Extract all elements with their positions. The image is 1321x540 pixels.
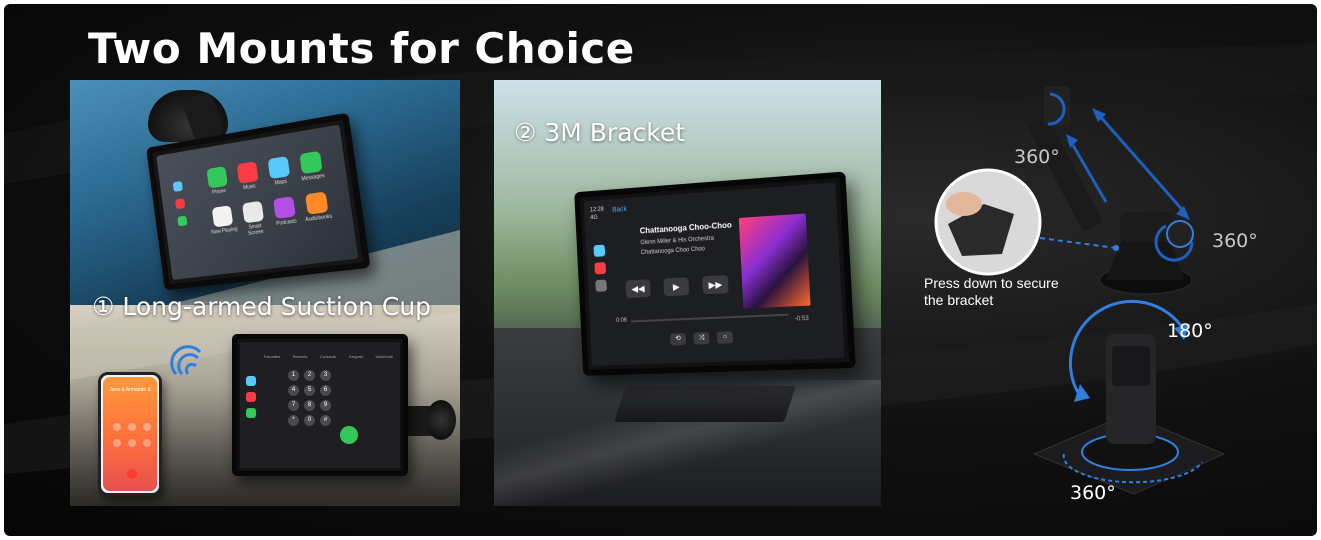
play-icon: ▶ <box>663 277 690 297</box>
back-link: Back <box>612 205 628 214</box>
progress-bar <box>631 313 789 323</box>
smartphone: Jane & Armando & <box>98 372 162 496</box>
carplay-phone-screen: Favorites Recents Contacts Keypad Voicemail 1… <box>232 334 408 476</box>
dock-icon <box>172 180 183 192</box>
call-button <box>340 426 358 444</box>
app-icon <box>273 196 296 220</box>
next-track-icon: ▶▶ <box>702 275 729 295</box>
keypad-key: * <box>288 415 299 426</box>
keypad-key: 2 <box>304 370 315 381</box>
app-icon <box>267 156 291 180</box>
keypad-key: 0 <box>304 415 315 426</box>
keypad-key: 4 <box>288 385 299 396</box>
time-remaining: -0:53 <box>794 315 810 323</box>
dock-icon <box>246 376 256 386</box>
phone-add-icon <box>113 439 121 447</box>
keypad-key: 6 <box>320 385 331 396</box>
time-elapsed: 0:06 <box>615 317 628 325</box>
keypad-key: # <box>320 415 331 426</box>
app-label: Now Playing <box>210 226 238 236</box>
phone-mute-icon <box>113 423 121 431</box>
press-down-caption: Press down to secure the bracket <box>924 275 1084 309</box>
phone-facetime-icon <box>128 439 136 447</box>
dock-icon <box>246 408 256 418</box>
app-label: Audiobooks <box>305 213 333 224</box>
sidebar-podcast-icon <box>595 279 607 292</box>
phone-keypad-icon <box>128 423 136 431</box>
status-bar: 12:28 4G <box>590 206 605 223</box>
phone-end-call-icon <box>127 469 137 479</box>
keypad-screen: Favorites Recents Contacts Keypad Voicemail 1… <box>240 342 400 468</box>
3m-bracket-base <box>614 386 796 422</box>
dock-icon <box>177 215 188 227</box>
suction-cup-label: ① Long-armed Suction Cup <box>92 292 432 321</box>
repeat-icon: ⟲ <box>669 333 687 346</box>
incoming-call-screen: Jane & Armando & <box>103 377 157 491</box>
phone-contacts-icon <box>143 439 151 447</box>
app-icon <box>299 150 323 175</box>
keypad-key: 3 <box>320 370 331 381</box>
3m-bracket-panel: ② 3M Bracket 12:28 4G Back Chattanooga C… <box>494 80 881 506</box>
phone-caller-name: Jane & Armando & <box>109 387 151 393</box>
carplay-now-playing-screen: 12:28 4G Back Chattanooga Choo-Choo Glen… <box>574 171 856 376</box>
3m-bracket-label: ② 3M Bracket <box>514 118 686 147</box>
app-label: Phone <box>211 187 227 196</box>
status-signal: 4G <box>590 214 598 222</box>
song-album: Chattanooga Choo Choo <box>640 246 706 257</box>
keypad-key: 8 <box>304 400 315 411</box>
phone-speaker-icon <box>143 423 151 431</box>
app-icon <box>305 191 329 215</box>
app-icon <box>241 200 265 224</box>
app-label: Messages <box>301 172 326 183</box>
loop-icon: ○ <box>716 331 734 344</box>
phone-tab: Recents <box>292 354 308 359</box>
shuffle-icon: ⤨ <box>693 332 710 345</box>
sidebar-maps-icon <box>593 244 606 257</box>
banner-frame: Two Mounts for Choice Phone Music Maps Mess… <box>4 4 1317 536</box>
phone-tab: Voicemail <box>375 354 393 359</box>
app-label: Smart Screen <box>247 223 264 237</box>
wireless-icon <box>170 345 202 376</box>
phone-tab: Favorites <box>263 354 281 359</box>
app-icon <box>206 166 228 189</box>
song-title: Chattanooga Choo-Choo <box>639 220 732 236</box>
keypad-key: 1 <box>288 370 299 381</box>
app-label: Maps <box>274 178 288 187</box>
app-icon <box>211 205 234 228</box>
main-title: Two Mounts for Choice <box>88 24 635 73</box>
bracket-base-rotation-label: 360° <box>1070 482 1116 504</box>
keypad-key: 7 <box>288 400 299 411</box>
dash-mount-joint <box>426 400 456 440</box>
arm-top-rotation-label: 360° <box>1014 146 1060 168</box>
dock-icon <box>174 198 186 210</box>
phone-tab: Contacts <box>320 354 336 359</box>
press-caption-line-2: the bracket <box>924 292 994 308</box>
app-icon <box>236 161 259 184</box>
keypad-key: 5 <box>304 385 315 396</box>
suction-mount-illustration <box>1028 86 1194 295</box>
bracket-top-rotation-label: 180° <box>1167 320 1213 342</box>
song-artist: Glenn Miller & His Orchestra <box>640 235 715 247</box>
app-label: Music <box>242 183 257 192</box>
phone-tab: Keypad <box>349 354 363 359</box>
app-label: Podcasts <box>275 218 298 228</box>
suction-cup-panel: Phone Music Maps Messages Now Playing Smart S… <box>70 80 460 506</box>
press-caption-line-1: Press down to secure <box>924 275 1059 291</box>
now-playing-view: 12:28 4G Back Chattanooga Choo-Choo Glen… <box>583 182 845 366</box>
arm-side-rotation-label: 360° <box>1212 230 1258 252</box>
home-screen-grid: Phone Music Maps Messages Now Playing Smart S… <box>156 124 359 280</box>
previous-track-icon: ◀◀ <box>625 279 651 299</box>
sidebar-music-icon <box>594 262 607 275</box>
keypad-key: 9 <box>320 400 331 411</box>
dock-icon <box>246 392 256 402</box>
album-art <box>738 213 811 309</box>
